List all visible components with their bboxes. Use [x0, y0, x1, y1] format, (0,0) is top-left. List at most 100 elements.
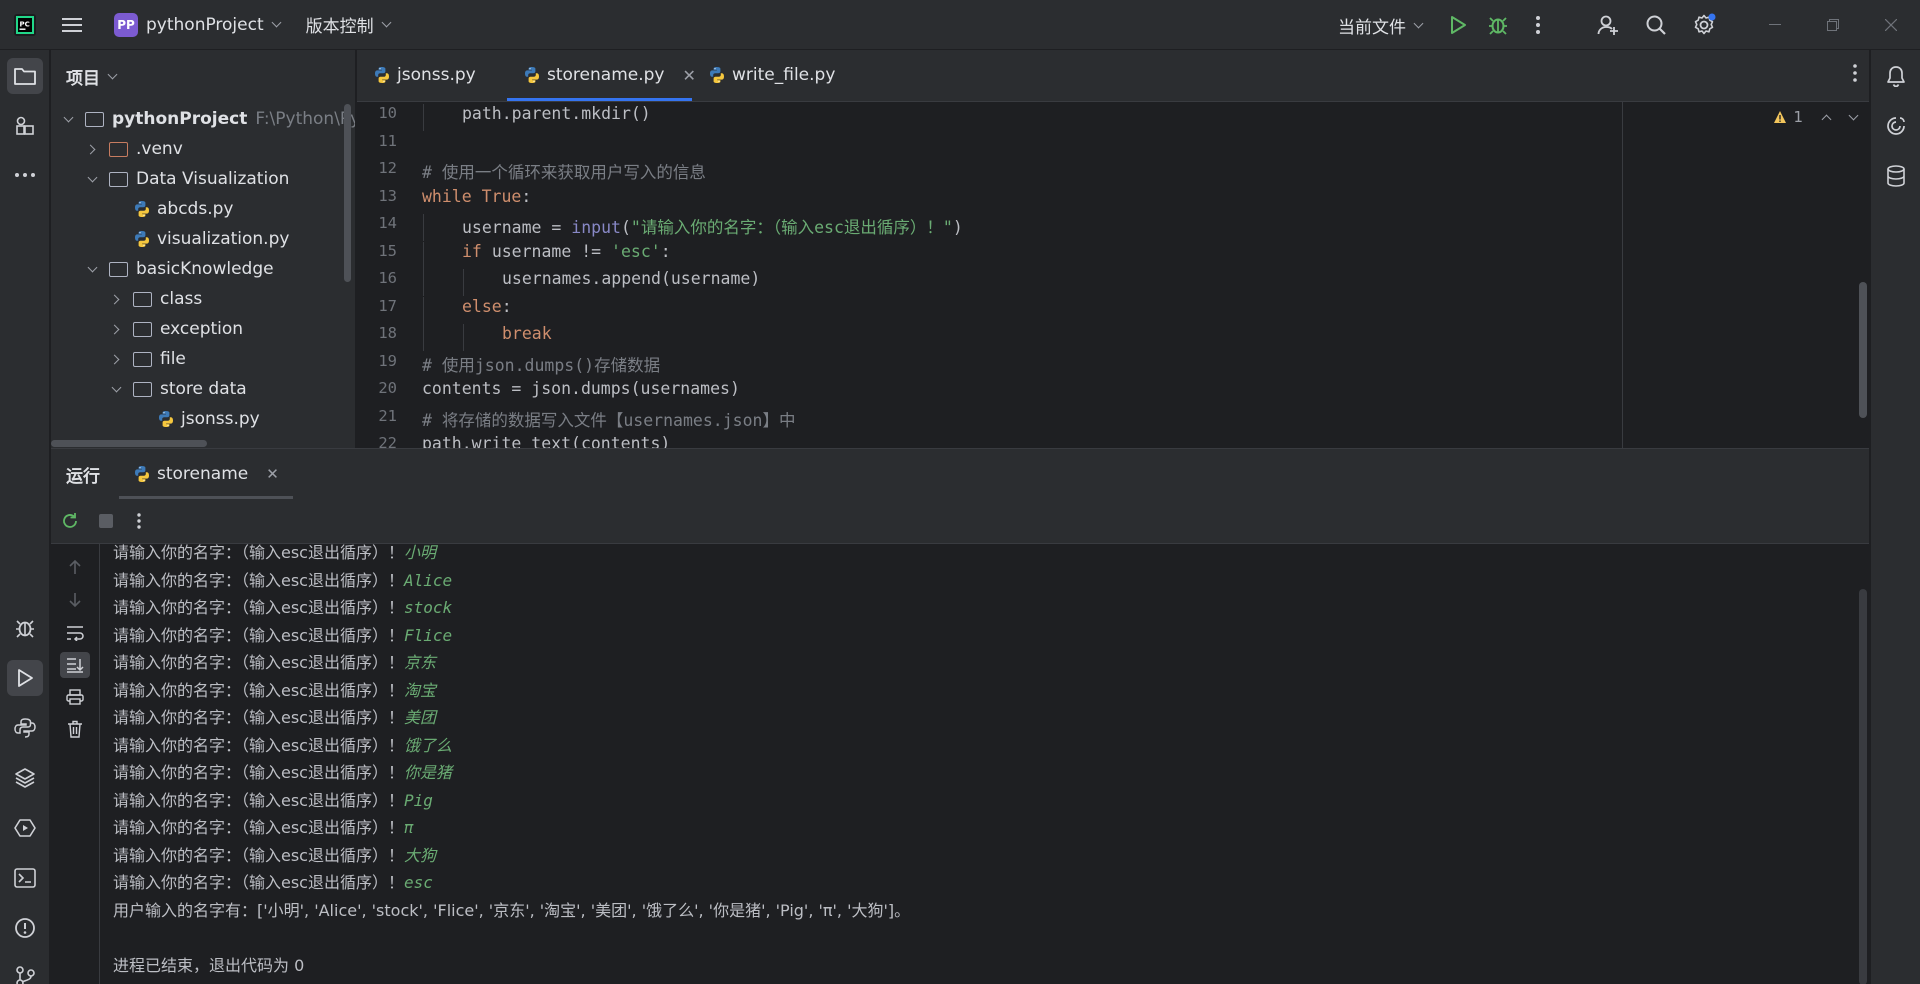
title-bar: PC PP pythonProject 版本控制 当前文件 [0, 0, 1920, 50]
console-line: 请输入你的名字：（输入esc退出循序）！Alice [113, 567, 452, 591]
add-user-icon[interactable] [1588, 5, 1628, 45]
chevron-down-icon[interactable] [85, 172, 99, 186]
tree-item-label: basicKnowledge [136, 259, 274, 279]
editor-vertical-scrollbar[interactable] [1859, 282, 1867, 418]
run-tool-icon[interactable] [7, 660, 43, 696]
console-user-input: 大狗 [403, 845, 436, 865]
tree-item[interactable]: visualization.py [51, 224, 289, 254]
console-user-input: 饿了么 [403, 735, 452, 755]
python-packages-icon[interactable] [7, 760, 43, 796]
scroll-to-end-icon[interactable] [60, 652, 90, 678]
inspection-widget[interactable]: 1 [1773, 108, 1859, 126]
chevron-down-icon[interactable] [61, 112, 75, 126]
vcs-menu[interactable]: 版本控制 [298, 8, 398, 42]
console-line: 请输入你的名字：（输入esc退出循序）！饿了么 [113, 732, 452, 756]
code-token: break [502, 324, 552, 343]
tree-item[interactable]: class [51, 284, 202, 314]
tab-write-file[interactable]: write_file.py [692, 50, 852, 101]
run-config-select[interactable]: 当前文件 [1330, 8, 1430, 42]
minimize-window-icon[interactable] [1746, 0, 1804, 50]
code-token: # 将存储的数据写入文件【usernames.json】中 [422, 410, 796, 430]
scroll-down-icon[interactable] [60, 587, 90, 613]
main-menu-icon[interactable] [52, 5, 92, 45]
python-console-icon[interactable] [7, 710, 43, 746]
console-vertical-scrollbar[interactable] [1859, 589, 1867, 984]
code-line: username = input("请输入你的名字：（输入esc退出循序）！") [422, 214, 963, 238]
run-tab-storename[interactable]: storename ✕ [119, 449, 293, 499]
tree-item[interactable]: exception [51, 314, 243, 344]
code-area[interactable]: 1 10 path.parent.mkdir() 11 12 # 使用一个循环来获取用户… [357, 102, 1869, 448]
chevron-right-icon[interactable] [109, 292, 123, 306]
terminal-icon[interactable] [7, 860, 43, 896]
ai-assistant-icon[interactable] [1878, 108, 1914, 144]
console-user-input: Pig [403, 790, 433, 810]
chevron-right-icon[interactable] [85, 142, 99, 156]
chevron-down-icon[interactable] [1848, 110, 1859, 120]
more-vertical-icon[interactable] [1853, 64, 1857, 87]
tree-item[interactable]: file [51, 344, 186, 374]
git-icon[interactable] [7, 958, 43, 984]
tree-item[interactable]: Data Visualization [51, 164, 289, 194]
code-line: usernames.append(username) [422, 269, 760, 288]
restore-window-icon[interactable] [1804, 0, 1862, 50]
project-panel-header[interactable]: 项目 [51, 50, 355, 102]
project-horizontal-scrollbar[interactable] [51, 438, 355, 448]
tab-storename[interactable]: storename.py ✕ [507, 50, 696, 101]
project-switcher[interactable]: PP pythonProject [106, 8, 288, 42]
console-prompt: 请输入你的名字：（输入esc退出循序）！ [113, 680, 404, 700]
chevron-up-icon[interactable] [1821, 114, 1832, 124]
services-icon[interactable] [7, 810, 43, 846]
tree-item-label: file [160, 349, 186, 369]
pycharm-logo-icon[interactable]: PC [0, 0, 50, 50]
scroll-up-icon[interactable] [60, 554, 90, 580]
trash-icon[interactable] [60, 716, 90, 742]
project-tool-folder-icon[interactable] [7, 58, 43, 94]
tree-item[interactable]: .venv [51, 134, 183, 164]
rerun-icon[interactable] [57, 512, 83, 530]
tree-item[interactable]: pythonProject F:\Python\Pych [51, 104, 355, 134]
tree-item[interactable]: basicKnowledge [51, 254, 274, 284]
run-panel-header: 运行 storename ✕ [51, 449, 1869, 499]
project-panel: 项目 pythonProject F:\Python\Pych .venv Data … [51, 50, 356, 448]
search-icon[interactable] [1636, 5, 1676, 45]
console-line: 请输入你的名字：（输入esc退出循序）！你是猪 [113, 759, 452, 783]
console-result-line: 用户输入的名字有：['小明', 'Alice', 'stock', 'Flice… [113, 900, 911, 920]
svg-text:PC: PC [20, 20, 30, 28]
console-line: 请输入你的名字：（输入esc退出循序）！大狗 [113, 842, 436, 866]
chevron-down-icon[interactable] [109, 382, 123, 396]
code-token: usernames.append(username) [502, 269, 761, 288]
more-tools-icon[interactable] [7, 157, 43, 193]
close-tab-icon[interactable]: ✕ [266, 465, 279, 483]
tree-item-label: jsonss.py [181, 409, 260, 429]
tab-jsonss[interactable]: jsonss.py [357, 50, 507, 101]
notifications-bell-icon[interactable] [1878, 58, 1914, 94]
debug-icon[interactable] [1478, 5, 1518, 45]
close-window-icon[interactable] [1862, 0, 1920, 50]
database-icon[interactable] [1878, 158, 1914, 194]
stop-icon[interactable] [93, 514, 119, 528]
code-token: : [521, 186, 532, 206]
console-line: 请输入你的名字：（输入esc退出循序）！Flice [113, 622, 452, 646]
code-token: path.parent.mkdir() [462, 104, 651, 123]
structure-icon[interactable] [7, 108, 43, 144]
settings-gear-icon[interactable] [1684, 5, 1724, 45]
python-file-icon [523, 66, 541, 84]
line-number: 10 [378, 104, 397, 122]
soft-wrap-icon[interactable] [60, 620, 90, 646]
project-vertical-scrollbar[interactable] [344, 104, 351, 282]
more-vertical-icon[interactable] [129, 513, 149, 529]
tree-item[interactable]: jsonss.py [51, 404, 260, 434]
tree-item[interactable]: store data [51, 374, 247, 404]
run-icon[interactable] [1438, 5, 1478, 45]
chevron-down-icon[interactable] [85, 262, 99, 276]
problems-icon[interactable] [7, 910, 43, 946]
console-output[interactable]: 请输入你的名字：（输入esc退出循序）！小明 请输入你的名字：（输入esc退出循序… [113, 544, 1813, 984]
python-file-icon [708, 66, 726, 84]
chevron-right-icon[interactable] [109, 322, 123, 336]
tree-item[interactable]: abcds.py [51, 194, 233, 224]
more-vertical-icon[interactable] [1518, 5, 1558, 45]
chevron-right-icon[interactable] [109, 352, 123, 366]
code-editor: jsonss.py storename.py ✕ write_file.py 1… [357, 50, 1869, 448]
debug-tool-icon[interactable] [7, 610, 43, 646]
print-icon[interactable] [60, 684, 90, 710]
